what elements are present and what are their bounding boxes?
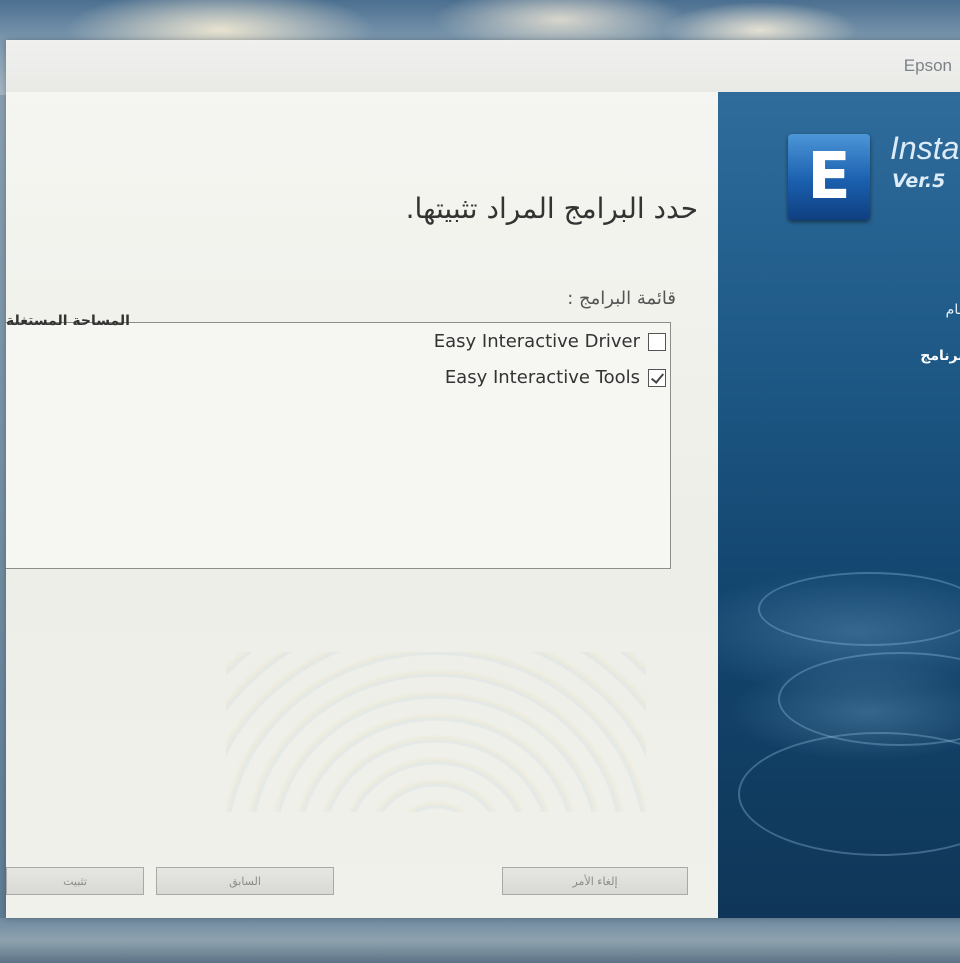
program-list: المساحة المستغلة Easy Interactive Driver… [6, 313, 671, 569]
program-name: Easy Interactive Driver [433, 331, 640, 352]
decorative-ring [738, 732, 960, 856]
desktop-wallpaper-bottom [0, 918, 960, 963]
program-name: Easy Interactive Tools [444, 367, 640, 388]
window-title: Epson [903, 56, 952, 75]
program-list-label: قائمة البرامج : [567, 288, 676, 309]
side-banner: E Insta Ver.5 نظام البرنامج [718, 92, 960, 918]
page-heading: حدد البرامج المراد تثبيتها. [405, 192, 698, 225]
title-bar: Epson [6, 40, 960, 92]
banner-version: Ver.5 [892, 170, 946, 192]
screen-moire-pattern [226, 652, 646, 812]
main-panel: حدد البرامج المراد تثبيتها. قائمة البرام… [6, 92, 718, 918]
banner-title: Insta [890, 130, 960, 166]
space-column-header: المساحة المستغلة [6, 313, 130, 329]
cancel-button[interactable]: إلغاء الأمر [502, 867, 688, 895]
program-checkbox[interactable] [648, 368, 666, 387]
installer-window: Epson حدد البرامج المراد تثبيتها. قائمة … [6, 40, 960, 918]
back-button[interactable]: السابق [156, 867, 334, 895]
step-label: نظام [945, 302, 960, 318]
program-item-easy-interactive-tools[interactable]: Easy Interactive Tools [445, 367, 666, 388]
install-button[interactable]: تثبيت [6, 867, 144, 895]
program-checkbox[interactable] [648, 332, 666, 351]
epson-logo-icon: E [788, 134, 870, 220]
decorative-ring [758, 572, 960, 646]
program-item-easy-interactive-driver[interactable]: Easy Interactive Driver [434, 331, 666, 352]
step-label-current: البرنامج [920, 348, 960, 364]
